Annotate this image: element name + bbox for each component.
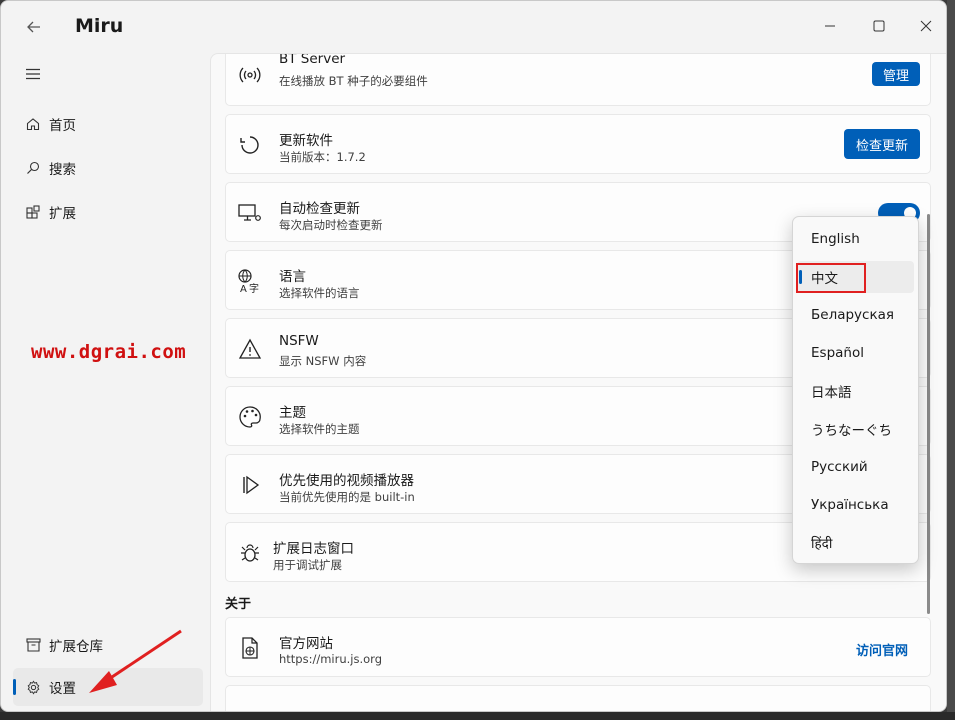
language-option-spanish[interactable]: Español	[797, 337, 914, 369]
selection-indicator	[799, 270, 802, 284]
repository-icon	[25, 638, 41, 652]
language-option-hindi[interactable]: हिंदी	[797, 527, 914, 559]
card-subtitle: https://miru.js.org	[279, 652, 382, 666]
language-option-english[interactable]: English	[797, 223, 914, 255]
nav-item-label: 首页	[49, 118, 76, 134]
app-title: Miru	[75, 15, 124, 37]
taskbar	[0, 712, 955, 720]
nav-item-search[interactable]: 搜索	[13, 149, 203, 187]
close-button[interactable]	[904, 9, 946, 43]
card-title: 优先使用的视频播放器	[279, 473, 414, 489]
card-subtitle: 每次启动时检查更新	[279, 218, 383, 232]
hamburger-menu-button[interactable]	[17, 59, 49, 89]
language-option-japanese[interactable]: 日本語	[797, 375, 914, 407]
maximize-icon	[873, 20, 885, 32]
minimize-button[interactable]	[808, 9, 852, 43]
check-update-button[interactable]: 检查更新	[843, 129, 920, 159]
update-card: 更新软件 当前版本：1.7.2 检查更新	[225, 114, 931, 174]
card-subtitle: 用于调试扩展	[273, 558, 342, 572]
website-card: 官方网站 https://miru.js.org 访问官网	[225, 617, 931, 677]
nav-item-label: 扩展	[49, 206, 76, 222]
option-label: 中文	[811, 271, 838, 287]
app-window: Miru 首页 搜索 扩展 www.dgrai.com 扩展仓库 设置 BT S…	[0, 0, 947, 712]
annotation-arrow-icon	[89, 629, 182, 693]
nav-item-extensions[interactable]: 扩展	[13, 193, 203, 231]
language-icon: A字	[238, 269, 259, 294]
bug-icon	[241, 544, 259, 562]
card-title: 官方网站	[279, 636, 333, 652]
web-page-icon	[242, 637, 258, 659]
warning-icon	[238, 338, 262, 359]
card-title: 语言	[279, 269, 306, 285]
svg-text:A: A	[240, 284, 247, 294]
bt-server-card: BT Server 在线播放 BT 种子的必要组件 管理	[225, 53, 931, 106]
extensions-icon	[26, 205, 40, 219]
home-icon	[26, 118, 40, 131]
monitor-settings-icon	[238, 204, 261, 221]
palette-icon	[239, 406, 261, 428]
nav-item-label: 搜索	[49, 162, 76, 178]
card-subtitle: 选择软件的主题	[279, 422, 360, 436]
manage-button[interactable]: 管理	[871, 62, 920, 86]
card-subtitle: 显示 NSFW 内容	[279, 354, 367, 368]
gear-icon	[27, 680, 39, 694]
watermark-text: www.dgrai.com	[31, 341, 187, 363]
hamburger-icon	[26, 68, 40, 80]
close-icon	[920, 20, 932, 32]
search-icon	[27, 161, 40, 174]
language-option-belarusian[interactable]: Беларуская	[797, 299, 914, 331]
selection-indicator	[13, 679, 16, 695]
maximize-button[interactable]	[857, 9, 901, 43]
card-title: 自动检查更新	[279, 201, 360, 217]
language-option-chinese[interactable]: 中文	[797, 261, 914, 293]
play-icon	[243, 475, 260, 495]
card-title: 更新软件	[279, 133, 333, 149]
card-subtitle: 选择软件的语言	[279, 286, 360, 300]
language-option-russian[interactable]: Русский	[797, 451, 914, 483]
refresh-icon	[240, 136, 259, 154]
nav-item-home[interactable]: 首页	[13, 105, 203, 143]
next-card	[225, 685, 931, 711]
card-subtitle: 在线播放 BT 种子的必要组件	[279, 74, 428, 88]
card-title: BT Server	[279, 53, 346, 67]
title-bar: Miru	[1, 1, 946, 53]
broadcast-icon	[239, 67, 261, 83]
about-section-label: 关于	[225, 597, 252, 612]
desktop-background	[947, 0, 955, 712]
card-title: 主题	[279, 405, 306, 421]
language-option-okinawan[interactable]: うちなーぐち	[797, 413, 914, 445]
card-subtitle: 当前优先使用的是 built-in	[279, 490, 415, 504]
card-title: NSFW	[279, 333, 319, 349]
card-title: 扩展日志窗口	[273, 541, 354, 557]
card-subtitle: 当前版本：1.7.2	[279, 150, 366, 164]
back-button[interactable]	[17, 13, 51, 41]
nav-item-label: 设置	[49, 681, 76, 697]
minimize-icon	[825, 25, 835, 27]
svg-text:字: 字	[249, 282, 259, 294]
scrollbar[interactable]	[927, 214, 930, 614]
language-dropdown: English 中文 Беларуская Español 日本語 うちなーぐち…	[792, 216, 919, 564]
arrow-left-icon	[27, 21, 40, 33]
visit-website-link[interactable]: 访问官网	[856, 640, 908, 659]
language-option-ukrainian[interactable]: Українська	[797, 489, 914, 521]
